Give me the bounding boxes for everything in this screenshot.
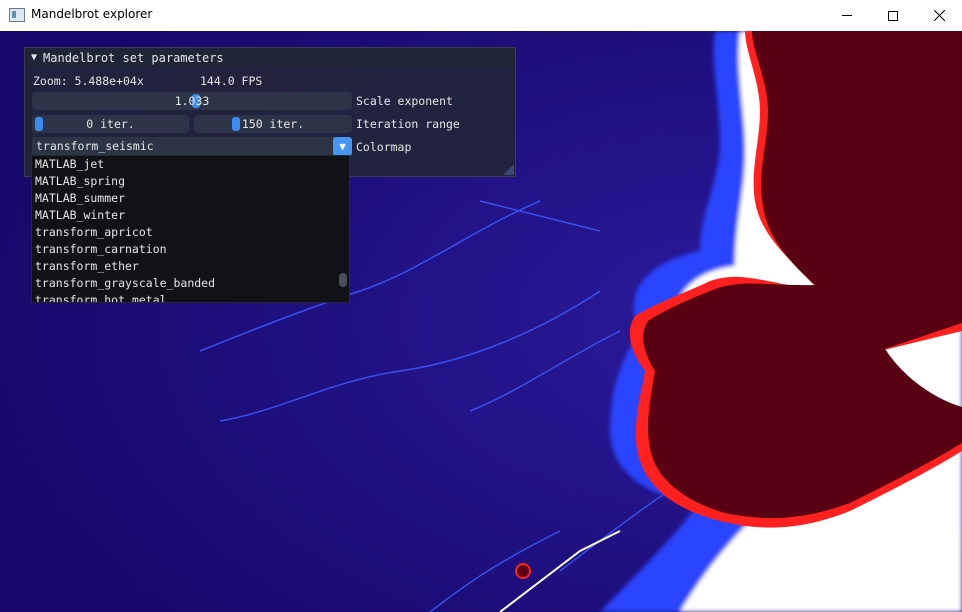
- minimize-icon: [842, 15, 852, 16]
- scale-exponent-value: 1.033: [174, 94, 210, 108]
- panel-header[interactable]: ▼ Mandelbrot set parameters: [25, 48, 515, 67]
- colormap-dropdown[interactable]: MATLAB_jet MATLAB_spring MATLAB_summer M…: [31, 155, 350, 303]
- close-button[interactable]: [916, 0, 962, 31]
- colormap-combo[interactable]: transform_seismic ▼: [32, 137, 352, 156]
- colormap-label: Colormap: [356, 140, 412, 154]
- dropdown-item[interactable]: MATLAB_jet: [32, 156, 349, 173]
- dropdown-item[interactable]: MATLAB_summer: [32, 190, 349, 207]
- iteration-max-slider[interactable]: 150 iter.: [194, 115, 352, 133]
- maximize-button[interactable]: [870, 0, 916, 31]
- chevron-down-icon[interactable]: ▼: [333, 137, 352, 156]
- dropdown-item[interactable]: transform_ether: [32, 258, 349, 275]
- scale-exponent-slider[interactable]: 1.033: [32, 92, 352, 110]
- iteration-max-value: 150 iter.: [241, 117, 305, 131]
- maximize-icon: [888, 10, 898, 21]
- dropdown-item[interactable]: transform_hot_metal: [32, 292, 349, 302]
- close-icon: [933, 10, 945, 21]
- iteration-range-label: Iteration range: [356, 117, 460, 131]
- dropdown-item[interactable]: transform_apricot: [32, 224, 349, 241]
- window-title: Mandelbrot explorer: [31, 7, 153, 21]
- triangle-down-icon[interactable]: ▼: [31, 52, 37, 63]
- iteration-min-slider[interactable]: 0 iter.: [32, 115, 189, 133]
- colormap-value: transform_seismic: [36, 139, 154, 153]
- dropdown-item[interactable]: MATLAB_spring: [32, 173, 349, 190]
- minimize-button[interactable]: [824, 0, 870, 31]
- fps-readout: 144.0 FPS: [200, 74, 263, 88]
- slider-grab[interactable]: [232, 117, 240, 131]
- dropdown-item[interactable]: MATLAB_winter: [32, 207, 349, 224]
- iteration-min-value: 0 iter.: [86, 117, 135, 131]
- scale-exponent-label: Scale exponent: [356, 94, 453, 108]
- dropdown-item[interactable]: transform_carnation: [32, 241, 349, 258]
- zoom-readout: Zoom: 5.488e+04x: [33, 74, 144, 88]
- resize-grip[interactable]: [503, 164, 514, 175]
- window-titlebar: Mandelbrot explorer: [0, 0, 962, 32]
- dropdown-scrollbar[interactable]: [339, 273, 347, 287]
- panel-title: Mandelbrot set parameters: [43, 50, 224, 65]
- app-window-icon: [9, 8, 25, 22]
- dropdown-item[interactable]: transform_grayscale_banded: [32, 275, 349, 292]
- slider-grab[interactable]: [35, 117, 43, 131]
